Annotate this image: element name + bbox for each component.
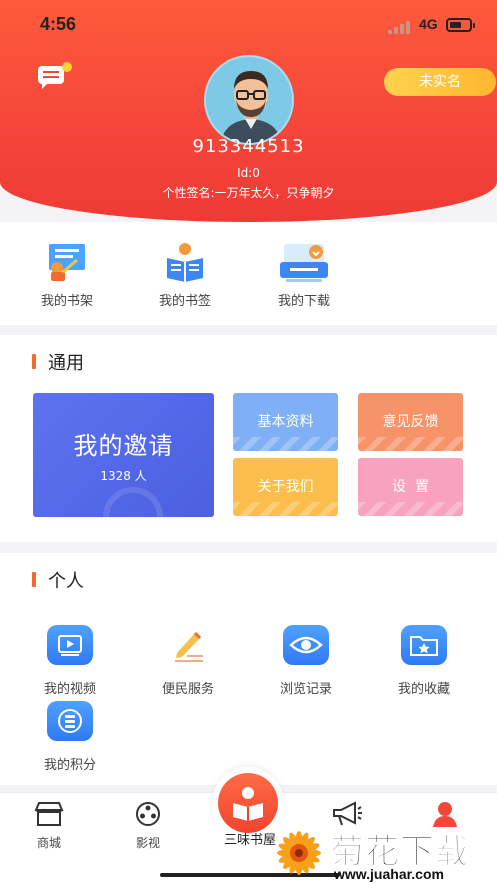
battery-icon bbox=[446, 18, 475, 32]
bookmark-reader-icon bbox=[167, 243, 203, 282]
network-label: 4G bbox=[419, 16, 438, 32]
personal-item-label: 我的积分 bbox=[43, 758, 96, 773]
status-bar: 4:56 4G bbox=[0, 12, 497, 40]
personal-section: 个人 我的视频 便民服务 浏览记录 我的收藏 我的积分 bbox=[0, 553, 497, 785]
quick-link-label: 我的下载 bbox=[277, 294, 330, 309]
invite-count: 1328 人 bbox=[100, 469, 147, 483]
avatar[interactable] bbox=[204, 55, 294, 145]
quick-link-download[interactable]: 我的下载 bbox=[249, 242, 359, 309]
message-icon[interactable] bbox=[38, 62, 72, 90]
tab-store[interactable]: 商城 bbox=[14, 801, 84, 851]
my-favorites-item[interactable]: 我的收藏 bbox=[374, 625, 474, 697]
profile-header: 4:56 4G 未实名 913344513 Id:0 个性签名:一万年太久，只争… bbox=[0, 0, 497, 222]
about-us-tile[interactable]: 关于我们 bbox=[233, 458, 338, 516]
signature: 个性签名:一万年太久，只争朝夕 bbox=[162, 186, 335, 200]
film-reel-icon bbox=[136, 802, 160, 826]
watermark-url: www.juahar.com bbox=[334, 866, 444, 882]
points-coin-icon bbox=[47, 701, 93, 741]
store-icon bbox=[34, 802, 64, 826]
section-title-personal: 个人 bbox=[32, 567, 84, 593]
site-watermark: 菊花下载网 www.juahar.com bbox=[270, 822, 497, 883]
star-folder-icon bbox=[401, 625, 447, 665]
feedback-tile[interactable]: 意见反馈 bbox=[358, 393, 463, 451]
invite-label: 我的邀请 bbox=[73, 432, 174, 460]
browse-history-item[interactable]: 浏览记录 bbox=[256, 625, 356, 697]
quick-link-label: 我的书架 bbox=[40, 294, 93, 309]
my-invite-card[interactable]: 我的邀请 1328 人 bbox=[33, 393, 214, 517]
reading-person-icon bbox=[233, 787, 263, 821]
quick-link-bookmark[interactable]: 我的书签 bbox=[130, 242, 240, 309]
quick-links: 我的书架 我的书签 我的下载 bbox=[0, 222, 497, 325]
quick-link-label: 我的书签 bbox=[158, 294, 211, 309]
download-tray-icon bbox=[280, 244, 328, 282]
user-id: 913344513 bbox=[192, 136, 305, 157]
personal-item-label: 我的视频 bbox=[43, 682, 96, 697]
signal-icon bbox=[388, 20, 414, 34]
general-section: 通用 我的邀请 1328 人 基本资料 意见反馈 关于我们 设 置 bbox=[0, 335, 497, 542]
quick-link-bookshelf[interactable]: 我的书架 bbox=[12, 242, 122, 309]
section-title-general: 通用 bbox=[32, 349, 84, 375]
eye-icon bbox=[283, 625, 329, 665]
tab-label: 商城 bbox=[36, 836, 61, 850]
chrysanthemum-logo bbox=[277, 831, 321, 875]
bookshelf-icon bbox=[49, 244, 85, 281]
notification-dot bbox=[62, 62, 72, 72]
personal-item-label: 我的收藏 bbox=[397, 682, 450, 697]
tab-film[interactable]: 影视 bbox=[113, 801, 183, 851]
verify-status-button[interactable]: 未实名 bbox=[384, 68, 496, 96]
id-line: Id:0 bbox=[237, 166, 260, 180]
my-videos-item[interactable]: 我的视频 bbox=[20, 625, 120, 697]
settings-tile[interactable]: 设 置 bbox=[358, 458, 463, 516]
profile-info-tile[interactable]: 基本资料 bbox=[233, 393, 338, 451]
status-time: 4:56 bbox=[40, 14, 77, 34]
tab-label: 影视 bbox=[135, 836, 160, 850]
pen-edit-icon bbox=[165, 625, 211, 665]
my-points-item[interactable]: 我的积分 bbox=[20, 701, 120, 773]
personal-item-label: 浏览记录 bbox=[279, 682, 332, 697]
video-icon bbox=[47, 625, 93, 665]
invite-decoration bbox=[103, 487, 163, 517]
convenience-services-item[interactable]: 便民服务 bbox=[138, 625, 238, 697]
personal-item-label: 便民服务 bbox=[161, 682, 214, 697]
